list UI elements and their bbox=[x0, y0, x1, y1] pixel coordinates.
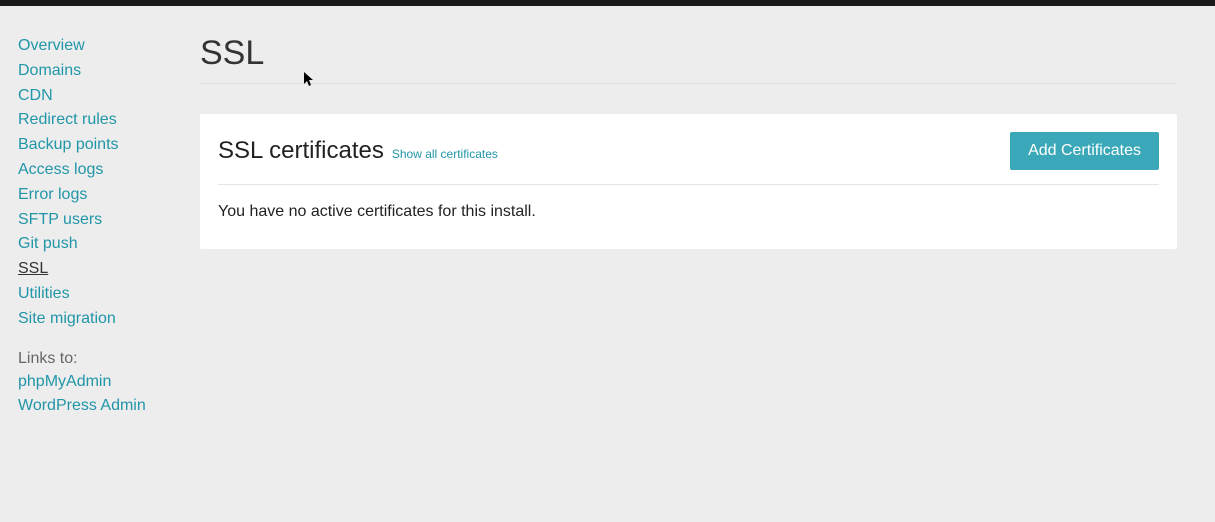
show-all-certificates-link[interactable]: Show all certificates bbox=[392, 147, 498, 161]
sidebar-item-domains[interactable]: Domains bbox=[18, 59, 200, 84]
main-content: SSL SSL certificates Show all certificat… bbox=[200, 34, 1215, 419]
sidebar-item-redirect-rules[interactable]: Redirect rules bbox=[18, 108, 200, 133]
sidebar-link-wordpress-admin[interactable]: WordPress Admin bbox=[18, 394, 200, 419]
sidebar-item-ssl[interactable]: SSL bbox=[18, 257, 200, 282]
sidebar-link-phpmyadmin[interactable]: phpMyAdmin bbox=[18, 370, 200, 395]
sidebar-item-overview[interactable]: Overview bbox=[18, 34, 200, 59]
panel-title: SSL certificates bbox=[218, 137, 384, 165]
sidebar-item-site-migration[interactable]: Site migration bbox=[18, 307, 200, 332]
panel-title-wrap: SSL certificates Show all certificates bbox=[218, 137, 498, 165]
sidebar-item-sftp-users[interactable]: SFTP users bbox=[18, 208, 200, 233]
sidebar-item-utilities[interactable]: Utilities bbox=[18, 282, 200, 307]
sidebar-nav: Overview Domains CDN Redirect rules Back… bbox=[0, 34, 200, 419]
panel-header: SSL certificates Show all certificates A… bbox=[218, 132, 1159, 185]
sidebar-item-backup-points[interactable]: Backup points bbox=[18, 133, 200, 158]
page-title: SSL bbox=[200, 34, 1177, 84]
sidebar-links-to-label: Links to: bbox=[18, 350, 200, 368]
add-certificates-button[interactable]: Add Certificates bbox=[1010, 132, 1159, 170]
sidebar-item-git-push[interactable]: Git push bbox=[18, 232, 200, 257]
ssl-certificates-panel: SSL certificates Show all certificates A… bbox=[200, 114, 1177, 249]
sidebar-item-access-logs[interactable]: Access logs bbox=[18, 158, 200, 183]
sidebar-item-cdn[interactable]: CDN bbox=[18, 84, 200, 109]
sidebar-item-error-logs[interactable]: Error logs bbox=[18, 183, 200, 208]
panel-empty-message: You have no active certificates for this… bbox=[218, 203, 1159, 221]
page-container: Overview Domains CDN Redirect rules Back… bbox=[0, 6, 1215, 419]
